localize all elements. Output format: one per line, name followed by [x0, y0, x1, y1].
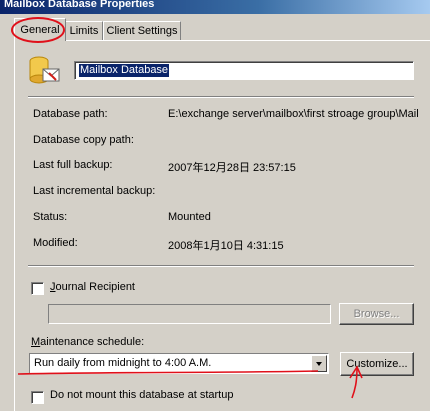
maintenance-schedule-select[interactable]: Run daily from midnight to 4:00 A.M. [29, 353, 329, 374]
red-annotation-oval [11, 17, 65, 43]
tab-client-settings-label: Client Settings [106, 25, 178, 37]
last-incremental-backup-label: Last incremental backup: [33, 185, 156, 197]
tab-client-settings[interactable]: Client Settings [103, 21, 181, 40]
last-full-backup-value: 2007年12月28日 23:57:15 [168, 162, 296, 174]
status-label: Status: [33, 211, 68, 223]
customize-button-label: Customize... [346, 358, 408, 370]
browse-button-label: Browse... [353, 308, 400, 320]
mailbox-database-icon [29, 56, 60, 84]
divider [28, 265, 414, 267]
tab-limits-label: Limits [69, 25, 99, 37]
journal-recipient-label: Journal Recipient [50, 281, 135, 293]
browse-button[interactable]: Browse... [339, 303, 414, 325]
database-copy-path-label: Database copy path: [33, 134, 134, 146]
journal-recipient-checkbox[interactable] [31, 282, 44, 295]
modified-value: 2008年1月10日 4:31:15 [168, 240, 284, 252]
do-not-mount-checkbox[interactable] [31, 391, 44, 404]
divider [28, 96, 414, 98]
last-full-backup-label: Last full backup: [33, 159, 113, 171]
maintenance-schedule-label-accel: M [31, 336, 41, 348]
journal-recipient-label-rest: ournal Recipient [55, 281, 136, 293]
maintenance-schedule-label-rest: aintenance schedule: [40, 336, 145, 348]
tab-limits[interactable]: Limits [65, 21, 103, 40]
status-value: Mounted [168, 211, 211, 223]
window-title: Mailbox Database Properties [4, 0, 155, 10]
title-bar: Mailbox Database Properties [0, 0, 430, 14]
chevron-down-icon[interactable] [311, 355, 327, 372]
do-not-mount-label: Do not mount this database at startup [50, 389, 234, 401]
maintenance-schedule-selected: Run daily from midnight to 4:00 A.M. [34, 357, 212, 369]
database-path-label: Database path: [33, 108, 108, 120]
maintenance-schedule-label: Maintenance schedule: [31, 336, 144, 348]
customize-button[interactable]: Customize... [340, 352, 414, 376]
journal-recipient-input[interactable] [48, 304, 331, 324]
database-path-value: E:\exchange server\mailbox\first stroage… [168, 108, 419, 120]
modified-label: Modified: [33, 237, 78, 249]
database-name-value: Mailbox Database [79, 64, 170, 77]
database-name-input[interactable]: Mailbox Database [74, 61, 414, 80]
